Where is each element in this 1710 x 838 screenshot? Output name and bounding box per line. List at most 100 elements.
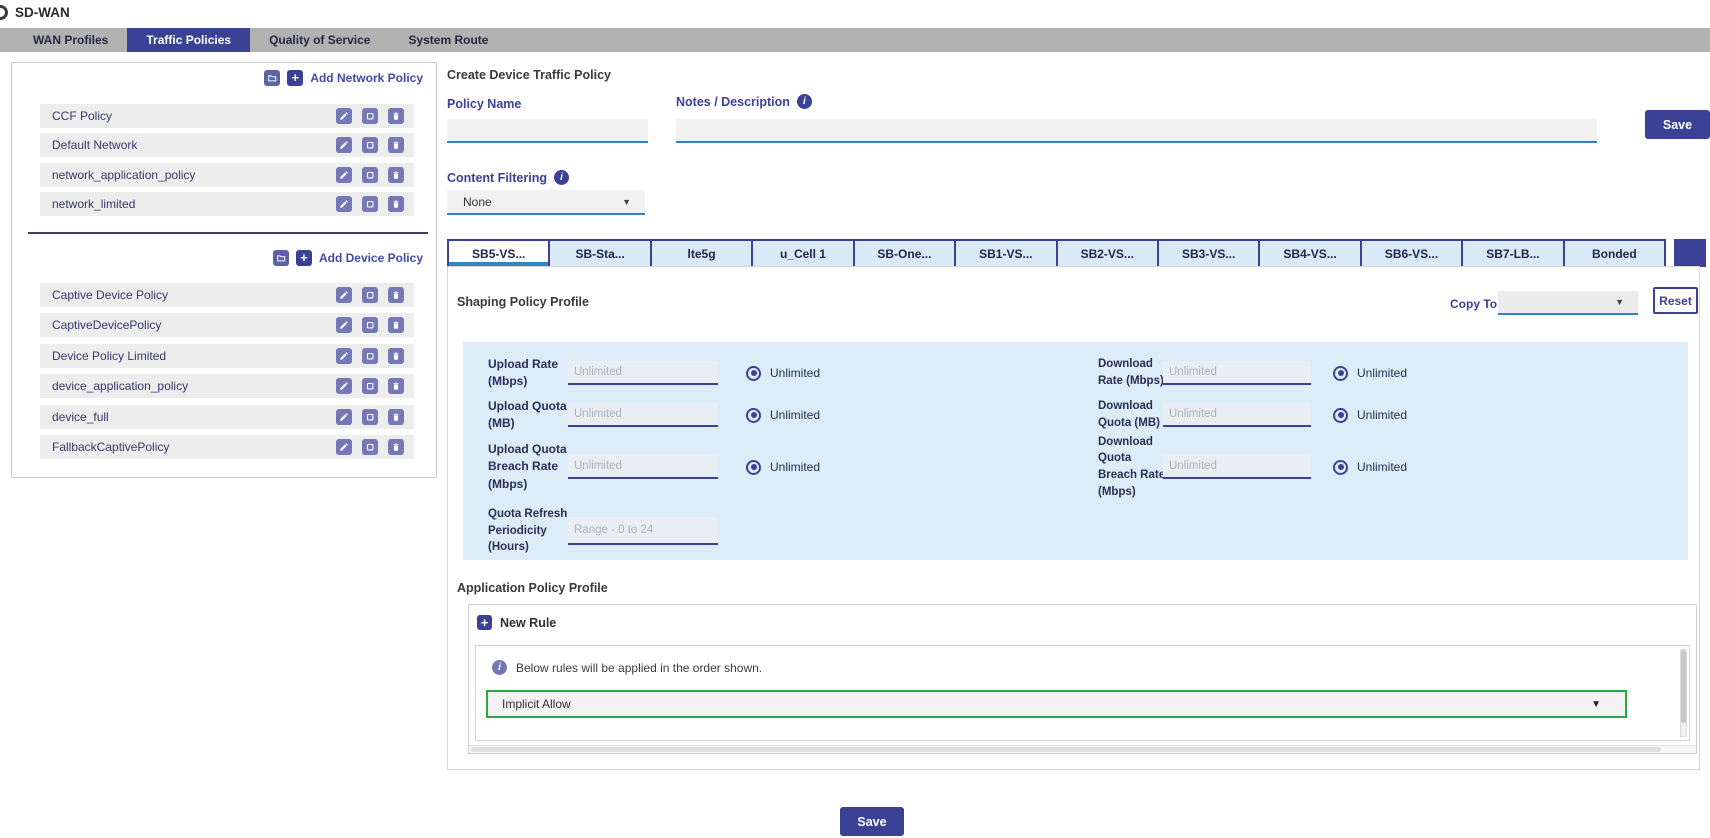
content-filtering-select[interactable]: None ▼	[447, 190, 645, 215]
delete-icon[interactable]	[388, 317, 404, 333]
upload-quota-breach-label: Upload Quota Breach Rate (Mbps)	[488, 441, 568, 493]
save-bottom-button[interactable]: Save	[840, 807, 904, 836]
tabs-scroll-right-button[interactable]	[1674, 239, 1706, 267]
download-quota-breach-input[interactable]	[1163, 455, 1311, 479]
delete-icon[interactable]	[388, 287, 404, 303]
copy-icon[interactable]	[362, 378, 378, 394]
implicit-allow-select[interactable]: Implicit Allow ▼	[486, 690, 1627, 718]
device-policy-name[interactable]: FallbackCaptivePolicy	[52, 440, 336, 454]
device-policy-name[interactable]: CaptiveDevicePolicy	[52, 318, 336, 332]
edit-icon[interactable]	[336, 137, 352, 153]
edit-icon[interactable]	[336, 348, 352, 364]
delete-icon[interactable]	[388, 378, 404, 394]
interface-tab[interactable]: SB-Sta...	[548, 241, 649, 267]
interface-tab[interactable]: SB7-LB...	[1461, 241, 1562, 267]
delete-icon[interactable]	[388, 167, 404, 183]
upload-quota-unlimited-radio[interactable]	[746, 408, 761, 423]
policies-panel: + Add Network Policy CCF Policy Default …	[11, 62, 437, 478]
edit-icon[interactable]	[336, 409, 352, 425]
interface-tab[interactable]: SB3-VS...	[1157, 241, 1258, 267]
tab-quality-of-service[interactable]: Quality of Service	[250, 28, 389, 52]
upload-rate-unlimited-radio[interactable]	[746, 366, 761, 381]
add-network-policy-row: + Add Network Policy	[264, 69, 423, 87]
edit-icon[interactable]	[336, 378, 352, 394]
interface-tab[interactable]: lte5g	[650, 241, 751, 267]
import-network-policy-icon[interactable]	[264, 70, 280, 86]
network-policy-name[interactable]: CCF Policy	[52, 109, 336, 123]
interface-tab[interactable]: SB-One...	[853, 241, 954, 267]
download-quota-unlimited-radio[interactable]	[1333, 408, 1348, 423]
notes-input[interactable]	[676, 119, 1597, 143]
policy-name-label: Policy Name	[447, 97, 521, 111]
network-policy-name[interactable]: network_application_policy	[52, 168, 336, 182]
interface-tab[interactable]: u_Cell 1	[751, 241, 852, 267]
copy-icon[interactable]	[362, 287, 378, 303]
delete-icon[interactable]	[388, 196, 404, 212]
device-policy-name[interactable]: Device Policy Limited	[52, 349, 336, 363]
tab-traffic-policies[interactable]: Traffic Policies	[127, 28, 250, 52]
network-policy-name[interactable]: network_limited	[52, 197, 336, 211]
device-policy-name[interactable]: device_application_policy	[52, 379, 336, 393]
device-policy-row: Device Policy Limited	[40, 344, 414, 368]
upload-rate-input[interactable]	[568, 361, 718, 385]
shaping-fields-panel: Upload Rate (Mbps) Unlimited Upload Quot…	[463, 342, 1688, 560]
upload-quota-breach-input[interactable]	[568, 455, 718, 479]
delete-icon[interactable]	[388, 348, 404, 364]
add-device-policy-button[interactable]: Add Device Policy	[319, 251, 423, 265]
delete-icon[interactable]	[388, 108, 404, 124]
policy-name-input[interactable]	[447, 119, 648, 143]
download-rate-unlimited-radio[interactable]	[1333, 366, 1348, 381]
edit-icon[interactable]	[336, 196, 352, 212]
import-device-policy-icon[interactable]	[273, 250, 289, 266]
edit-icon[interactable]	[336, 108, 352, 124]
download-quota-breach-unlimited-radio[interactable]	[1333, 460, 1348, 475]
delete-icon[interactable]	[388, 137, 404, 153]
tab-wan-profiles[interactable]: WAN Profiles	[14, 28, 127, 52]
copy-icon[interactable]	[362, 317, 378, 333]
edit-icon[interactable]	[336, 167, 352, 183]
add-network-policy-plus-icon[interactable]: +	[287, 70, 303, 86]
notes-info-icon[interactable]: i	[797, 94, 812, 109]
download-quota-input[interactable]	[1163, 403, 1311, 427]
interface-tab[interactable]: SB2-VS...	[1056, 241, 1157, 267]
horizontal-scrollbar[interactable]	[469, 745, 1696, 753]
edit-icon[interactable]	[336, 317, 352, 333]
copy-icon[interactable]	[362, 196, 378, 212]
content-filtering-info-icon[interactable]: i	[554, 170, 569, 185]
quota-refresh-input[interactable]	[568, 517, 718, 545]
new-rule-button[interactable]: New Rule	[500, 616, 556, 630]
upload-quota-input[interactable]	[568, 403, 718, 427]
delete-icon[interactable]	[388, 409, 404, 425]
info-icon: i	[492, 660, 507, 675]
interface-tab[interactable]: SB4-VS...	[1258, 241, 1359, 267]
interface-tab[interactable]: SB6-VS...	[1360, 241, 1461, 267]
interface-tab[interactable]: Bonded	[1563, 241, 1664, 267]
tab-system-route[interactable]: System Route	[389, 28, 507, 52]
copy-icon[interactable]	[362, 348, 378, 364]
upload-rate-row: Upload Rate (Mbps) Unlimited	[488, 352, 820, 394]
download-rate-input[interactable]	[1163, 361, 1311, 385]
add-network-policy-button[interactable]: Add Network Policy	[310, 71, 423, 85]
delete-icon[interactable]	[388, 439, 404, 455]
new-rule-plus-icon[interactable]: +	[477, 615, 492, 630]
interface-tab[interactable]: SB1-VS...	[954, 241, 1055, 267]
interface-tab[interactable]: SB5-VS...	[449, 241, 548, 267]
copy-icon[interactable]	[362, 167, 378, 183]
edit-icon[interactable]	[336, 287, 352, 303]
save-policy-button[interactable]: Save	[1645, 110, 1710, 139]
copy-icon[interactable]	[362, 439, 378, 455]
copy-icon[interactable]	[362, 137, 378, 153]
device-policy-row: FallbackCaptivePolicy	[40, 435, 414, 459]
copy-to-select[interactable]: ▼	[1498, 291, 1638, 315]
network-policy-name[interactable]: Default Network	[52, 138, 336, 152]
edit-icon[interactable]	[336, 439, 352, 455]
copy-icon[interactable]	[362, 108, 378, 124]
device-policy-name[interactable]: device_full	[52, 410, 336, 424]
vertical-scrollbar[interactable]	[1680, 649, 1687, 737]
reset-button[interactable]: Reset	[1653, 287, 1698, 314]
copy-icon[interactable]	[362, 409, 378, 425]
add-device-policy-plus-icon[interactable]: +	[296, 250, 312, 266]
upload-quota-breach-unlimited-radio[interactable]	[746, 460, 761, 475]
chevron-down-icon: ▼	[1591, 699, 1601, 710]
device-policy-name[interactable]: Captive Device Policy	[52, 288, 336, 302]
